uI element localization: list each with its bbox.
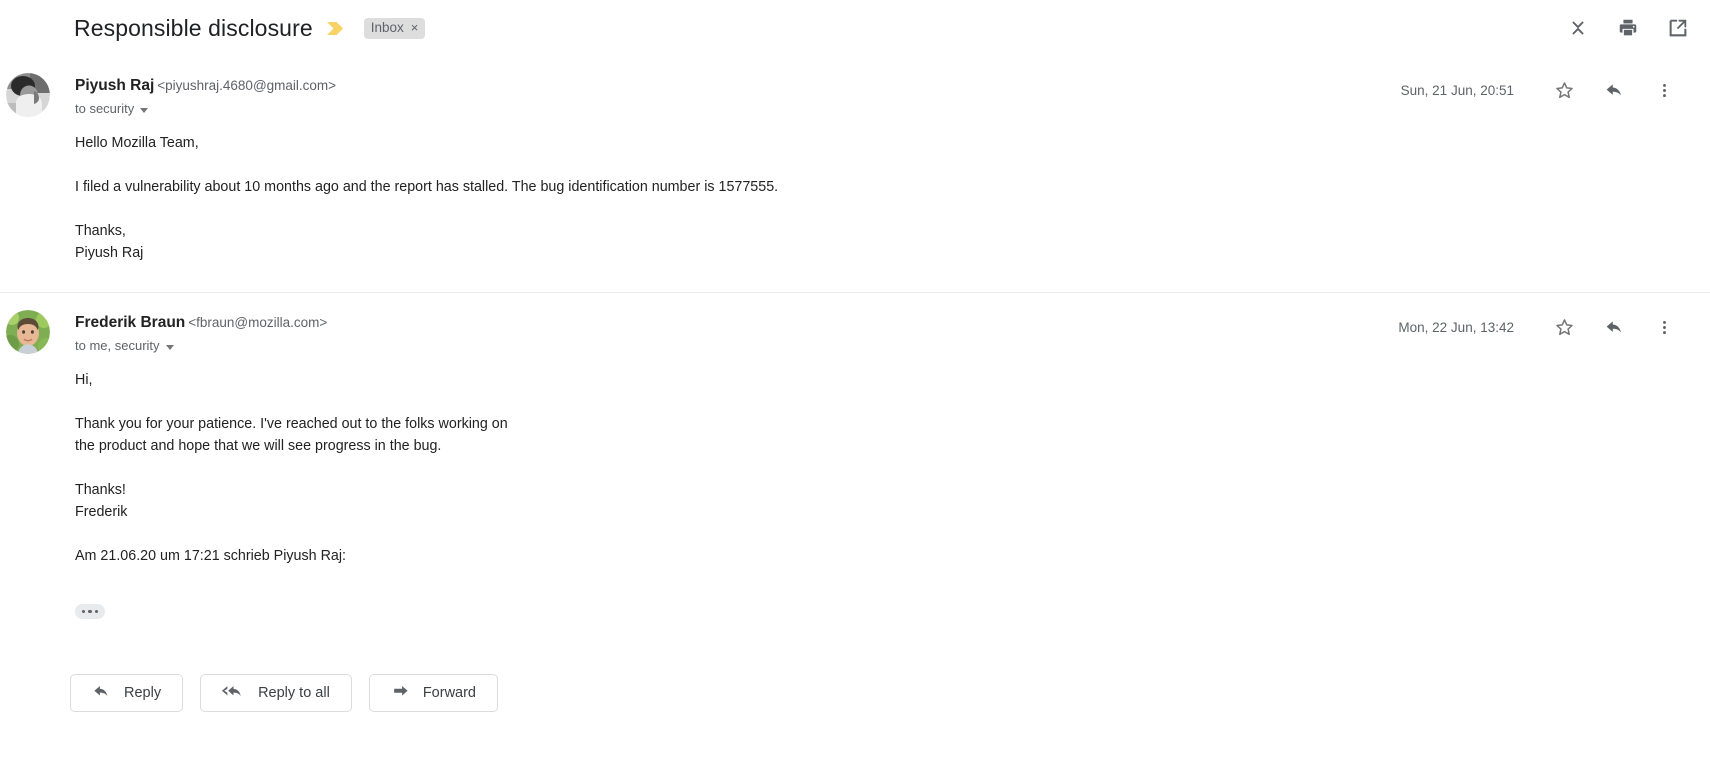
sender-block: Frederik Braun <fbraun@mozilla.com> to me… — [75, 312, 327, 355]
message-header: Frederik Braun <fbraun@mozilla.com> to me… — [0, 293, 1684, 355]
reply-icon[interactable] — [1598, 76, 1630, 104]
dot-icon — [94, 609, 99, 614]
message-paragraph: Hello Mozilla Team, — [75, 135, 199, 151]
message-item: Piyush Raj <piyushraj.4680@gmail.com> to … — [0, 56, 1710, 292]
message-signature: Thanks, Piyush Raj — [75, 223, 144, 261]
recipients-label: to me, security — [75, 338, 160, 353]
reply-icon[interactable] — [1598, 313, 1630, 341]
label-chip-text: Inbox — [370, 19, 404, 35]
chevron-down-icon — [165, 344, 174, 350]
message-action-bar: Reply Reply to all Forward — [70, 620, 1684, 713]
thread-header: Responsible disclosure Inbox × — [0, 0, 1710, 56]
dot-icon — [88, 609, 92, 614]
reply-to-all-button[interactable]: Reply to all — [200, 674, 352, 713]
message-actions: Sun, 21 Jun, 20:51 — [1401, 76, 1684, 104]
message-paragraph: Hi, — [75, 372, 93, 388]
more-options-icon[interactable] — [1648, 76, 1680, 104]
open-in-new-window-icon[interactable] — [1666, 16, 1690, 40]
reply-to-all-button-label: Reply to all — [258, 685, 330, 702]
dot-icon — [81, 609, 86, 614]
recipients-toggle[interactable]: to security — [75, 101, 149, 117]
sender-email: <piyushraj.4680@gmail.com> — [157, 78, 337, 93]
page-title: Responsible disclosure — [74, 14, 313, 41]
expand-quoted-text-button[interactable] — [75, 604, 105, 619]
quoted-text-intro: Am 21.06.20 um 17:21 schrieb Piyush Raj: — [75, 548, 346, 564]
message-paragraph: Thank you for your patience. I've reache… — [75, 416, 508, 454]
forward-button-label: Forward — [422, 685, 476, 702]
message-header: Piyush Raj <piyushraj.4680@gmail.com> to … — [0, 56, 1684, 118]
reply-button[interactable]: Reply — [70, 674, 184, 713]
message-signature: Thanks! Frederik — [75, 482, 128, 520]
avatar — [6, 310, 50, 354]
star-icon[interactable] — [1548, 313, 1580, 341]
sender-block: Piyush Raj <piyushraj.4680@gmail.com> to … — [75, 75, 336, 118]
sender-name: Frederik Braun — [75, 314, 186, 331]
sender-name: Piyush Raj — [75, 77, 155, 94]
message-paragraph: I filed a vulnerability about 10 months … — [75, 179, 779, 195]
reply-arrow-icon — [92, 682, 111, 705]
avatar — [6, 73, 50, 117]
sender-email: <fbraun@mozilla.com> — [188, 315, 328, 330]
collapse-all-icon[interactable] — [1566, 16, 1590, 40]
message-body: Hi, Thank you for your patience. I've re… — [75, 355, 1684, 620]
reply-button-label: Reply — [124, 685, 162, 702]
forward-button[interactable]: Forward — [368, 674, 498, 713]
chevron-down-icon — [140, 107, 149, 113]
message-item: Frederik Braun <fbraun@mozilla.com> to me… — [0, 292, 1710, 713]
reply-all-arrow-icon — [222, 682, 245, 705]
forward-arrow-icon — [391, 682, 410, 705]
message-date: Sun, 21 Jun, 20:51 — [1400, 82, 1514, 98]
recipients-label: to security — [75, 101, 135, 116]
star-icon[interactable] — [1548, 76, 1580, 104]
close-icon[interactable]: × — [411, 21, 419, 34]
thread-header-actions — [1566, 0, 1690, 56]
label-chip-inbox[interactable]: Inbox × — [363, 17, 426, 39]
message-actions: Mon, 22 Jun, 13:42 — [1398, 313, 1684, 341]
sender-line: Piyush Raj <piyushraj.4680@gmail.com> — [75, 76, 336, 96]
more-options-icon[interactable] — [1648, 313, 1680, 341]
message-date: Mon, 22 Jun, 13:42 — [1398, 319, 1514, 335]
recipients-toggle[interactable]: to me, security — [75, 338, 174, 354]
print-all-icon[interactable] — [1616, 16, 1640, 40]
message-body: Hello Mozilla Team, I filed a vulnerabil… — [75, 118, 1684, 264]
important-chevron-icon[interactable] — [326, 21, 344, 36]
sender-line: Frederik Braun <fbraun@mozilla.com> — [75, 313, 327, 333]
